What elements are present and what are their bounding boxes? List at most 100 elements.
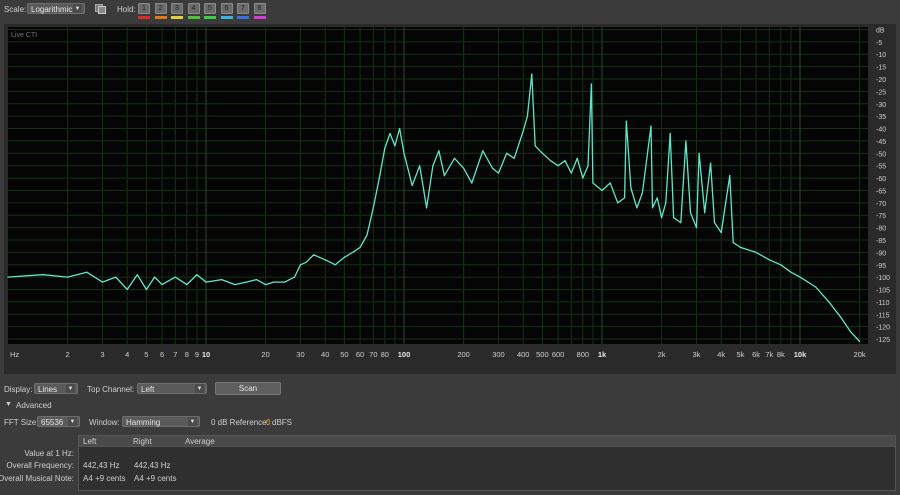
y-tick-label: -115 (876, 312, 890, 319)
advanced-toggle[interactable]: Advanced (16, 401, 52, 410)
x-tick-label: 2k (658, 350, 666, 359)
spectrum-point (710, 162, 712, 164)
spectrum-point (704, 212, 706, 214)
x-tick-label: 10k (794, 350, 807, 359)
y-tick-label: -125 (876, 337, 890, 344)
hold-button-7[interactable]: 7 (237, 3, 249, 14)
spectrum-point (234, 283, 236, 286)
spectrum-point (680, 222, 682, 224)
spectrum-point (389, 132, 391, 135)
spectrum-point (471, 182, 473, 184)
x-tick-label: 60 (356, 350, 364, 359)
x-tick-label: 800 (577, 350, 590, 359)
y-tick-label: -45 (876, 139, 886, 146)
spectrum-point (153, 276, 156, 278)
hold-color-indicator-8 (253, 16, 266, 19)
spectrum-point (729, 174, 731, 177)
spectrum-point (196, 274, 198, 276)
hold-button-3[interactable]: 3 (171, 3, 183, 14)
spectrum-point (661, 217, 663, 219)
hold-color-indicator-3 (171, 16, 183, 19)
chevron-down-icon: ▼ (195, 384, 204, 393)
hold-button-2[interactable]: 2 (154, 3, 167, 14)
x-tick-label: 3k (693, 350, 701, 359)
spectrum-point (780, 264, 782, 266)
x-tick-label: 9 (195, 350, 199, 359)
x-tick-label: 8k (777, 350, 785, 359)
hold-color-indicator-6 (220, 16, 233, 19)
x-tick-label: 5k (736, 350, 744, 359)
spectrum-point (541, 152, 543, 154)
hold-color-indicator-2 (154, 16, 167, 19)
zero-db-reference-value[interactable]: 0 (266, 418, 270, 427)
triangle-down-icon[interactable]: ▼ (5, 401, 12, 408)
hold-button-6[interactable]: 6 (220, 3, 233, 14)
spectrum-point (221, 279, 223, 281)
spectrum-point (115, 276, 117, 278)
window-dropdown[interactable]: Hamming ▼ (122, 416, 200, 427)
spectrum-chart[interactable]: Live CTI dB -5 -10 -15 -20 -25 -30 -35 -40 -45 -50 -… (4, 24, 896, 374)
spectrum-point (695, 227, 698, 229)
frequency-results-table: Left Right Average 442,43 Hz 442,43 Hz A… (78, 435, 896, 491)
x-tick-label: 20k (854, 350, 866, 359)
spectrum-point (463, 167, 465, 169)
spectrum-point (491, 167, 494, 169)
spectrum-point (636, 207, 638, 209)
spectrum-point (313, 254, 315, 256)
spectrum-point (768, 259, 770, 261)
spectrum-point (665, 202, 667, 204)
y-tick-label: -10 (876, 52, 886, 59)
spectrum-point (651, 207, 654, 209)
x-tick-label: 7k (765, 350, 773, 359)
spectrum-point (378, 177, 380, 179)
spectrum-point (101, 281, 104, 283)
spectrum-point (351, 251, 354, 253)
spectrum-point (839, 316, 842, 318)
x-tick-label: 300 (492, 350, 505, 359)
note-right-value: A4 +9 cents (134, 474, 177, 483)
hold-button-8[interactable]: 8 (253, 3, 266, 14)
y-tick-label: -20 (876, 77, 886, 84)
spectrum-point (305, 261, 307, 263)
plot-area (8, 27, 868, 344)
top-channel-label: Top Channel: (87, 385, 135, 394)
y-tick-label: -90 (876, 250, 886, 257)
scale-dropdown[interactable]: Logarithmic ▼ (27, 3, 85, 14)
spectrum-point (255, 279, 258, 281)
spectrum-point (650, 125, 652, 127)
spectrum-point (324, 259, 326, 261)
hold-button-5[interactable]: 5 (204, 3, 216, 14)
scale-value: Logarithmic (31, 5, 73, 14)
column-header-average: Average (185, 437, 215, 446)
y-tick-label: -80 (876, 226, 886, 233)
spectrum-point (656, 197, 658, 199)
spectrum-point (126, 288, 128, 291)
spectrum-point (411, 184, 413, 187)
x-tick-label: 6k (752, 350, 760, 359)
y-tick-label: -30 (876, 102, 886, 109)
hold-button-4[interactable]: 4 (187, 3, 200, 14)
hold-color-indicator-7 (237, 16, 249, 19)
spectrum-point (67, 276, 69, 278)
top-channel-dropdown[interactable]: Left ▼ (137, 383, 207, 394)
y-tick-label: -100 (876, 275, 890, 282)
display-dropdown[interactable]: Lines ▼ (34, 383, 78, 394)
spectrum-point (86, 271, 88, 273)
scan-button[interactable]: Scan (215, 382, 281, 395)
x-tick-label: 2 (66, 350, 70, 359)
hold-button-1[interactable]: 1 (138, 3, 150, 14)
copy-icon[interactable] (95, 4, 106, 14)
spectrum-point (398, 127, 401, 130)
fft-size-dropdown[interactable]: 65536 ▼ (37, 416, 80, 427)
spectrum-point (366, 234, 368, 236)
spectrum-point (174, 276, 176, 278)
y-tick-label: -105 (876, 288, 890, 295)
x-tick-label: 80 (381, 350, 389, 359)
spectrum-point (582, 177, 584, 179)
spectrum-point (526, 115, 529, 117)
zero-db-reference-label: 0 dB Reference: (211, 418, 269, 427)
spectrum-point (531, 73, 533, 75)
x-tick-label: 4 (125, 350, 129, 359)
y-tick-label: -55 (876, 164, 886, 171)
spectrum-point (522, 130, 524, 132)
